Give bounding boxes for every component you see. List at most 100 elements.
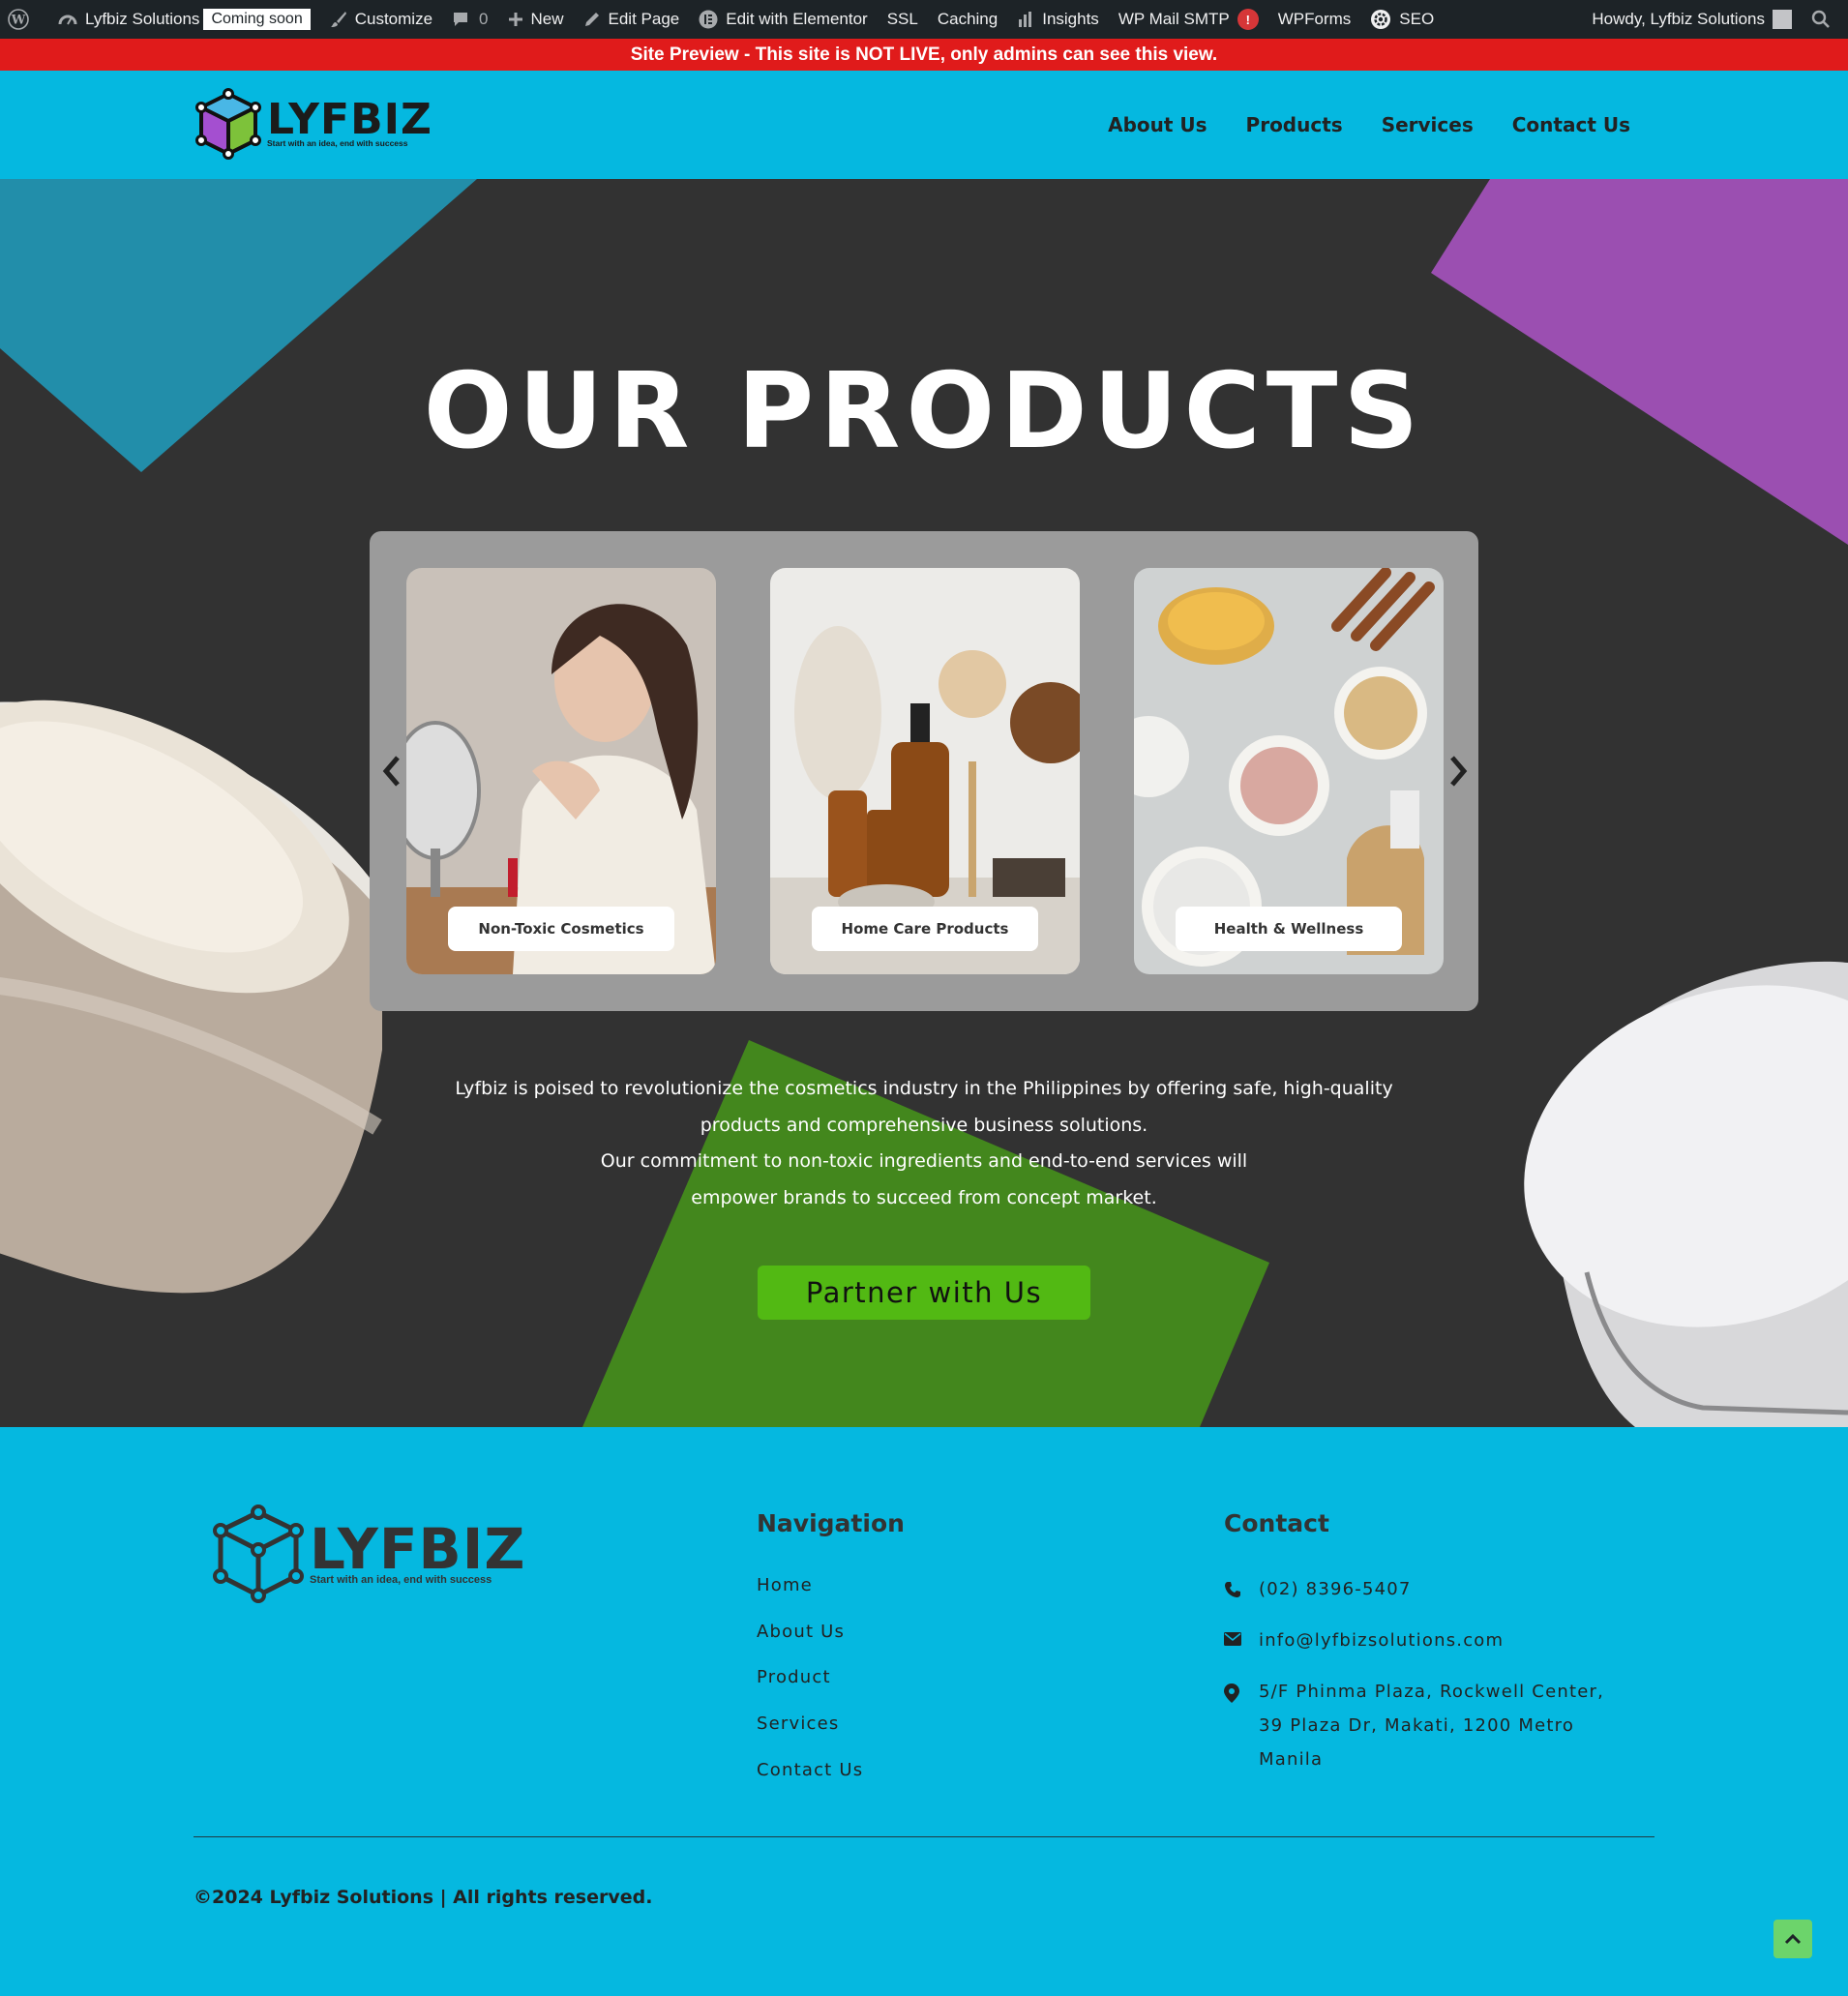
contact-email[interactable]: info@lyfbizsolutions.com xyxy=(1224,1624,1659,1657)
carousel-next-button[interactable] xyxy=(1444,752,1473,790)
caching-label: Caching xyxy=(937,10,999,28)
brush-icon xyxy=(330,12,346,27)
plus-icon xyxy=(508,13,522,26)
description-line: empower brands to succeed from concept m… xyxy=(691,1186,1157,1208)
scroll-to-top-button[interactable] xyxy=(1773,1920,1812,1958)
ssl-label: SSL xyxy=(886,10,918,28)
main-nav: About Us Products Services Contact Us xyxy=(1108,71,1630,179)
insights-link[interactable]: Insights xyxy=(1007,0,1109,39)
comments-count: 0 xyxy=(479,10,489,28)
coming-soon-badge[interactable]: Coming soon xyxy=(203,9,311,30)
footer-logo-wordmark: LYFBIZ xyxy=(310,1516,526,1582)
phone-number: (02) 8396-5407 xyxy=(1259,1579,1412,1599)
footer-navigation-title: Navigation xyxy=(757,1509,905,1537)
logo-wordmark: LYFBIZ xyxy=(267,95,432,144)
chevron-up-icon xyxy=(1784,1933,1802,1945)
nav-services[interactable]: Services xyxy=(1382,113,1474,136)
address-line: 39 Plaza Dr, Makati, 1200 Metro xyxy=(1259,1715,1575,1736)
customize-label: Customize xyxy=(354,10,433,28)
nav-products[interactable]: Products xyxy=(1246,113,1343,136)
email-address: info@lyfbizsolutions.com xyxy=(1259,1630,1505,1651)
admin-search-button[interactable] xyxy=(1802,0,1848,39)
copyright-text: ©2024 Lyfbiz Solutions | All rights rese… xyxy=(194,1887,653,1908)
footer-link-services[interactable]: Services xyxy=(757,1713,863,1759)
footer-logo-tagline: Start with an idea, end with success xyxy=(310,1574,492,1586)
comments-link[interactable]: 0 xyxy=(442,0,497,39)
insights-label: Insights xyxy=(1042,10,1099,28)
card-label-cosmetics: Non-Toxic Cosmetics xyxy=(448,907,674,951)
footer-contact-title: Contact xyxy=(1224,1509,1329,1537)
edit-elementor-link[interactable]: Edit with Elementor xyxy=(689,0,877,39)
wordpress-logo-icon[interactable]: W xyxy=(0,0,48,39)
account-menu[interactable]: Howdy, Lyfbiz Solutions xyxy=(1582,0,1802,39)
admin-site-name[interactable]: Lyfbiz Solutions Coming soon xyxy=(48,0,320,39)
cube-logo-icon xyxy=(195,88,261,160)
footer-link-about-us[interactable]: About Us xyxy=(757,1621,863,1667)
description-line: Lyfbiz is poised to revolutionize the co… xyxy=(455,1078,1393,1099)
seo-label: SEO xyxy=(1399,10,1435,28)
footer-link-home[interactable]: Home xyxy=(757,1574,863,1621)
avatar xyxy=(1773,10,1792,29)
wp-mail-smtp-link[interactable]: WP Mail SMTP ! xyxy=(1109,0,1268,39)
products-title: OUR PRODUCTS xyxy=(423,351,1425,472)
products-hero: OUR PRODUCTS Non-Toxic Cosmetics Home Ca… xyxy=(0,179,1848,1427)
site-header: LYFBIZ Start with an idea, end with succ… xyxy=(0,71,1848,179)
phone-icon xyxy=(1224,1572,1259,1598)
customize-link[interactable]: Customize xyxy=(320,0,442,39)
footer-link-contact-us[interactable]: Contact Us xyxy=(757,1759,863,1805)
footer-link-product[interactable]: Product xyxy=(757,1666,863,1713)
edit-page-link[interactable]: Edit Page xyxy=(574,0,690,39)
footer-navigation: Home About Us Product Services Contact U… xyxy=(757,1574,863,1804)
howdy-label: Howdy, Lyfbiz Solutions xyxy=(1592,10,1765,28)
edit-page-label: Edit Page xyxy=(608,10,680,28)
address-line: Manila xyxy=(1259,1749,1324,1770)
svg-text:W: W xyxy=(11,14,26,28)
edit-elementor-label: Edit with Elementor xyxy=(726,10,868,28)
site-footer: LYFBIZ Start with an idea, end with succ… xyxy=(0,1427,1848,1996)
chevron-right-icon xyxy=(1450,756,1468,787)
seo-link[interactable]: SEO xyxy=(1360,0,1444,39)
elementor-icon xyxy=(699,10,718,29)
description-line: Our commitment to non-toxic ingredients … xyxy=(600,1150,1248,1172)
carousel-prev-button[interactable] xyxy=(377,752,406,790)
product-card-cosmetics[interactable]: Non-Toxic Cosmetics xyxy=(406,568,716,974)
chevron-left-icon xyxy=(382,756,400,787)
caching-link[interactable]: Caching xyxy=(928,0,1007,39)
envelope-icon xyxy=(1224,1624,1259,1646)
smtp-alert-badge: ! xyxy=(1237,9,1259,30)
description-line: products and comprehensive business solu… xyxy=(700,1114,1148,1136)
dashboard-icon xyxy=(58,15,77,25)
seo-gear-icon xyxy=(1371,10,1391,29)
wpforms-link[interactable]: WPForms xyxy=(1268,0,1361,39)
cream-jar-image xyxy=(0,700,382,1294)
products-carousel: Non-Toxic Cosmetics Home Care Products H… xyxy=(370,531,1478,1011)
card-label-home-care: Home Care Products xyxy=(812,907,1038,951)
wp-admin-bar: W Lyfbiz Solutions Coming soon Customize… xyxy=(0,0,1848,39)
cube-outline-logo-icon xyxy=(213,1504,304,1603)
silver-lid-image xyxy=(1524,961,1848,1427)
comment-icon xyxy=(454,13,468,26)
contact-phone[interactable]: (02) 8396-5407 xyxy=(1224,1572,1659,1606)
wpforms-label: WPForms xyxy=(1277,10,1352,28)
footer-logo[interactable]: LYFBIZ Start with an idea, end with succ… xyxy=(211,1504,525,1603)
nav-about-us[interactable]: About Us xyxy=(1108,113,1207,136)
contact-address: 5/F Phinma Plaza, Rockwell Center, 39 Pl… xyxy=(1224,1675,1659,1776)
ssl-link[interactable]: SSL xyxy=(878,0,928,39)
product-card-home-care[interactable]: Home Care Products xyxy=(770,568,1080,974)
map-pin-icon xyxy=(1224,1675,1259,1703)
bar-chart-icon xyxy=(1019,12,1032,27)
footer-divider xyxy=(194,1836,1654,1837)
site-name-label: Lyfbiz Solutions xyxy=(85,10,200,28)
partner-with-us-button[interactable]: Partner with Us xyxy=(758,1266,1090,1320)
nav-contact-us[interactable]: Contact Us xyxy=(1512,113,1630,136)
site-logo[interactable]: LYFBIZ Start with an idea, end with succ… xyxy=(194,88,432,160)
address-line: 5/F Phinma Plaza, Rockwell Center, xyxy=(1259,1682,1605,1702)
card-label-health-wellness: Health & Wellness xyxy=(1176,907,1402,951)
site-preview-banner: Site Preview - This site is NOT LIVE, on… xyxy=(0,39,1848,71)
product-card-health-wellness[interactable]: Health & Wellness xyxy=(1134,568,1444,974)
footer-contact-list: (02) 8396-5407 info@lyfbizsolutions.com … xyxy=(1224,1572,1659,1794)
new-content-link[interactable]: New xyxy=(498,0,574,39)
pencil-icon xyxy=(584,13,599,26)
new-label: New xyxy=(530,10,564,28)
logo-tagline: Start with an idea, end with success xyxy=(267,138,408,148)
